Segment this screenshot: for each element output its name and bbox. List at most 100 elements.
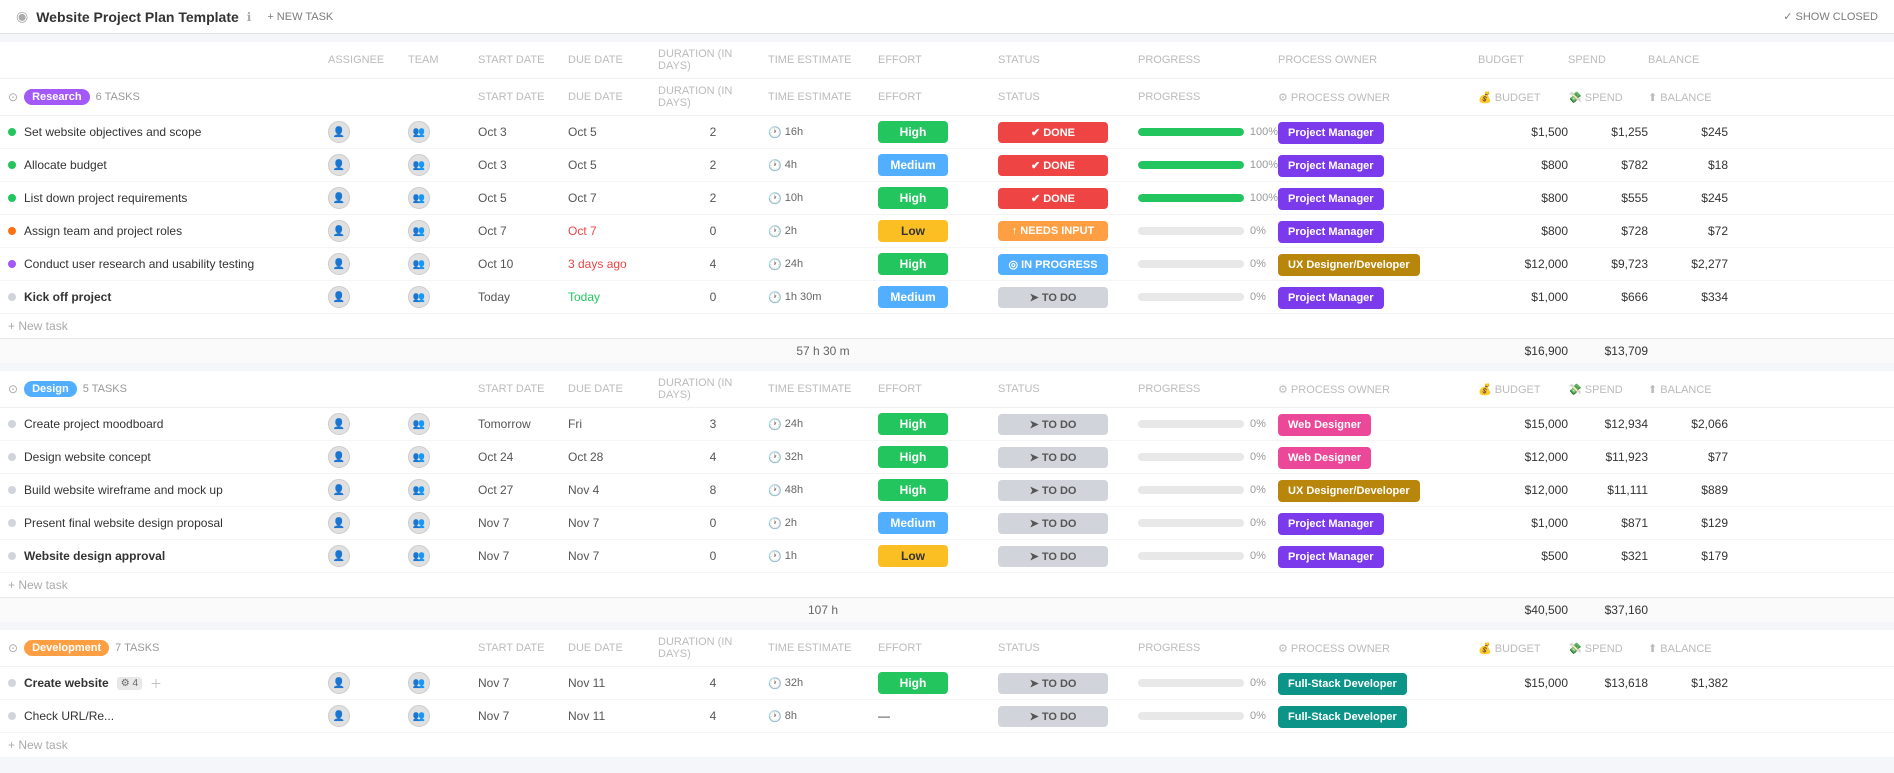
- new-task-header-button[interactable]: + NEW TASK: [267, 11, 333, 23]
- progress-text: 0%: [1250, 291, 1278, 303]
- task-row: Check URL/Re... 👤 👥 Nov 7 Nov 11 4 🕐8h —…: [0, 700, 1894, 733]
- progress-cell: 100%: [1138, 192, 1278, 204]
- status-cell: ↑ NEEDS INPUT: [998, 221, 1138, 241]
- progress-text: 0%: [1250, 225, 1278, 237]
- add-subtask-icon[interactable]: ＋: [150, 675, 162, 692]
- avatar: 👤: [328, 446, 350, 468]
- start-date: Today: [478, 290, 568, 304]
- budget-cell: $800: [1478, 158, 1568, 172]
- new-task-row-research[interactable]: + New task: [0, 314, 1894, 338]
- task-name-cell: Create project moodboard: [8, 417, 328, 431]
- task-dot: [8, 712, 16, 720]
- assignee-cell[interactable]: 👤: [328, 545, 408, 567]
- team-avatar: 👥: [408, 446, 430, 468]
- team-cell[interactable]: 👥: [408, 253, 478, 275]
- duration: 8: [658, 483, 768, 497]
- progress-cell: 100%: [1138, 159, 1278, 171]
- assignee-cell[interactable]: 👤: [328, 446, 408, 468]
- team-cell[interactable]: 👥: [408, 446, 478, 468]
- balance-cell: $129: [1648, 516, 1728, 530]
- team-cell[interactable]: 👥: [408, 545, 478, 567]
- task-name-text[interactable]: Allocate budget: [24, 158, 107, 172]
- task-dot: [8, 552, 16, 560]
- avatar: 👤: [328, 413, 350, 435]
- assignee-cell[interactable]: 👤: [328, 220, 408, 242]
- new-task-row-development[interactable]: + New task: [0, 733, 1894, 757]
- assignee-cell[interactable]: 👤: [328, 479, 408, 501]
- team-cell[interactable]: 👥: [408, 479, 478, 501]
- assignee-cell[interactable]: 👤: [328, 187, 408, 209]
- task-name-text[interactable]: Set website objectives and scope: [24, 125, 201, 139]
- team-cell[interactable]: 👥: [408, 512, 478, 534]
- team-cell[interactable]: 👥: [408, 413, 478, 435]
- assignee-cell[interactable]: 👤: [328, 705, 408, 727]
- time-estimate: 🕐2h: [768, 517, 878, 530]
- status-cell: ◎ IN PROGRESS: [998, 254, 1138, 275]
- sec-dur-research: DURATION (IN DAYS): [658, 85, 768, 109]
- info-icon[interactable]: ℹ: [247, 10, 252, 24]
- sec-dur-design: DURATION (IN DAYS): [658, 377, 768, 401]
- assignee-cell[interactable]: 👤: [328, 672, 408, 694]
- assignee-cell[interactable]: 👤: [328, 512, 408, 534]
- subtask-count: ⚙ 4: [117, 677, 142, 690]
- task-name-text[interactable]: Build website wireframe and mock up: [24, 483, 223, 497]
- new-task-row-design[interactable]: + New task: [0, 573, 1894, 597]
- assignee-cell[interactable]: 👤: [328, 253, 408, 275]
- avatar: 👤: [328, 121, 350, 143]
- team-cell[interactable]: 👥: [408, 187, 478, 209]
- task-row: Create website ⚙ 4 ＋ 👤 👥 Nov 7 Nov 11 4 …: [0, 667, 1894, 700]
- progress-bar: [1138, 227, 1244, 235]
- duration: 4: [658, 676, 768, 690]
- section-toggle-development[interactable]: ⊙: [8, 641, 18, 655]
- effort-badge: High: [878, 121, 948, 143]
- task-name-text[interactable]: Check URL/Re...: [24, 709, 114, 723]
- assignee-cell[interactable]: 👤: [328, 121, 408, 143]
- balance-cell: $18: [1648, 158, 1728, 172]
- team-cell[interactable]: 👥: [408, 121, 478, 143]
- show-closed-button[interactable]: ✓ SHOW CLOSED: [1783, 10, 1878, 23]
- progress-bar: [1138, 128, 1244, 136]
- team-cell[interactable]: 👥: [408, 154, 478, 176]
- col-header-time-estimate: TIME ESTIMATE: [768, 54, 878, 66]
- owner-badge: Project Manager: [1278, 546, 1384, 568]
- assignee-cell[interactable]: 👤: [328, 413, 408, 435]
- team-cell[interactable]: 👥: [408, 705, 478, 727]
- task-name-text[interactable]: Present final website design proposal: [24, 516, 223, 530]
- duration: 0: [658, 549, 768, 563]
- task-name-cell: Allocate budget: [8, 158, 328, 172]
- task-name-text[interactable]: Design website concept: [24, 450, 151, 464]
- task-name-cell: Build website wireframe and mock up: [8, 483, 328, 497]
- team-cell[interactable]: 👥: [408, 672, 478, 694]
- section-toggle-research[interactable]: ⊙: [8, 90, 18, 104]
- status-badge: ➤ TO DO: [998, 287, 1108, 308]
- task-name-text[interactable]: Create project moodboard: [24, 417, 163, 431]
- team-cell[interactable]: 👥: [408, 286, 478, 308]
- effort-cell: High: [878, 672, 998, 694]
- status-cell: ➤ TO DO: [998, 480, 1138, 501]
- team-cell[interactable]: 👥: [408, 220, 478, 242]
- task-name-text[interactable]: Create website: [24, 676, 109, 690]
- task-name-text[interactable]: Kick off project: [24, 290, 111, 304]
- budget-cell: $800: [1478, 191, 1568, 205]
- section-toggle-design[interactable]: ⊙: [8, 382, 18, 396]
- clock-icon: 🕐: [768, 225, 782, 238]
- col-header-effort: EFFORT: [878, 54, 998, 66]
- task-name-text[interactable]: Conduct user research and usability test…: [24, 257, 254, 271]
- budget-cell: $12,000: [1478, 483, 1568, 497]
- owner-cell: Project Manager: [1278, 224, 1478, 238]
- due-date: Nov 11: [568, 676, 658, 690]
- task-name-text[interactable]: Website design approval: [24, 549, 165, 563]
- task-row: Conduct user research and usability test…: [0, 248, 1894, 281]
- task-name-text[interactable]: List down project requirements: [24, 191, 187, 205]
- avatar: 👤: [328, 672, 350, 694]
- status-cell: ✔ DONE: [998, 155, 1138, 176]
- col-header-progress: PROGRESS: [1138, 54, 1278, 66]
- assignee-cell[interactable]: 👤: [328, 286, 408, 308]
- task-name-text[interactable]: Assign team and project roles: [24, 224, 182, 238]
- assignee-cell[interactable]: 👤: [328, 154, 408, 176]
- team-avatar: 👥: [408, 672, 430, 694]
- status-cell: ✔ DONE: [998, 188, 1138, 209]
- col-header-due-date: DUE DATE: [568, 54, 658, 66]
- owner-badge: Full-Stack Developer: [1278, 673, 1407, 695]
- section-header-development: ⊙ Development 7 TASKS START DATE DUE DAT…: [0, 630, 1894, 667]
